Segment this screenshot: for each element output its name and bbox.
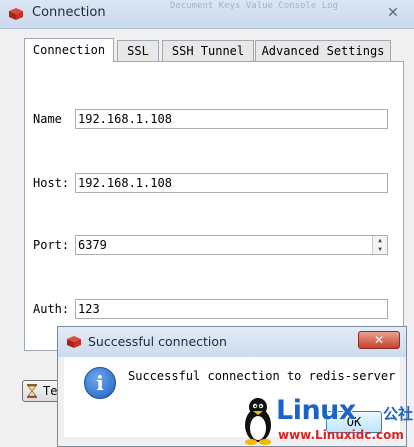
auth-input[interactable]: 123: [75, 299, 388, 319]
info-icon: i: [84, 367, 116, 399]
background-window-ghost: Document Keys Value Console Log: [170, 1, 338, 11]
window-title: Connection: [32, 5, 106, 20]
spin-up-icon[interactable]: ▲: [373, 236, 387, 245]
port-spin-buttons[interactable]: ▲ ▼: [372, 236, 387, 254]
redis-logo-icon: [67, 336, 81, 348]
tab-ssl[interactable]: SSL: [117, 40, 159, 61]
tab-connection[interactable]: Connection: [24, 38, 114, 62]
window-titlebar[interactable]: Connection Document Keys Value Console L…: [0, 0, 414, 29]
dialog-message: Successful connection to redis-server: [128, 369, 396, 383]
port-spinbox[interactable]: 6379 ▲ ▼: [75, 235, 388, 255]
port-value: 6379: [78, 238, 107, 252]
dialog-titlebar[interactable]: Successful connection ✕: [58, 327, 406, 357]
test-button-label: Te: [43, 384, 58, 398]
watermark-url: www.Linuxidc.com: [278, 428, 404, 442]
port-label: Port:: [33, 238, 70, 252]
dialog-close-button[interactable]: ✕: [358, 331, 400, 349]
host-label: Host:: [33, 176, 70, 190]
host-input[interactable]: 192.168.1.108: [75, 173, 388, 193]
redis-logo-icon: [9, 8, 23, 20]
tux-penguin-icon: [245, 398, 271, 445]
name-label: Name: [33, 112, 62, 126]
window-close-button[interactable]: ✕: [380, 3, 406, 23]
hourglass-icon: [27, 384, 37, 398]
dialog-title: Successful connection: [88, 334, 227, 349]
spin-down-icon[interactable]: ▼: [373, 245, 387, 254]
tab-advanced-settings[interactable]: Advanced Settings: [255, 40, 391, 61]
tab-ssh-tunnel[interactable]: SSH Tunnel: [162, 40, 254, 61]
name-input[interactable]: 192.168.1.108: [75, 109, 388, 129]
auth-label: Auth:: [33, 302, 70, 316]
watermark-brand-cn: 公社: [383, 405, 414, 423]
watermark-brand: Linux: [276, 395, 356, 426]
connection-panel: Name 192.168.1.108 Host: 192.168.1.108 P…: [24, 61, 404, 351]
linuxidc-watermark: Linux 公社 www.Linuxidc.com: [240, 395, 414, 447]
